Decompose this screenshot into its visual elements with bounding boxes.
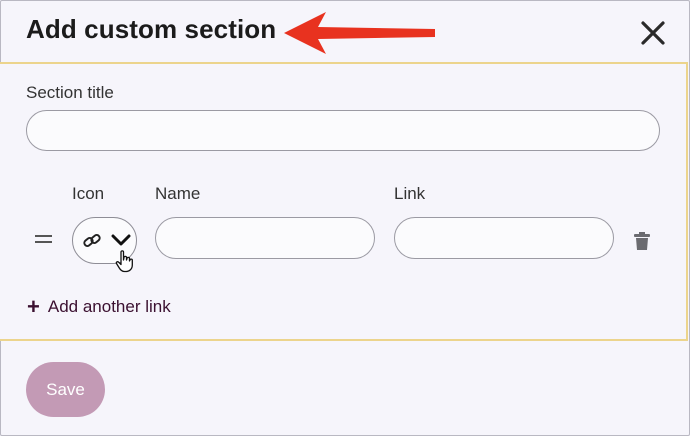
annotation-arrow-icon (284, 12, 435, 54)
hand-cursor-icon (115, 250, 133, 273)
trash-icon[interactable] (633, 231, 651, 251)
link-icon (83, 234, 101, 247)
dialog-header: Add custom section (0, 0, 690, 62)
chevron-down-icon (111, 234, 131, 246)
drag-handle-icon[interactable] (35, 235, 52, 245)
section-title-input[interactable] (26, 110, 660, 151)
link-url-input[interactable] (394, 217, 614, 259)
link-column-label: Link (394, 184, 426, 203)
link-name-input[interactable] (155, 217, 375, 259)
add-link-label: Add another link (47, 297, 171, 316)
dialog-title: Add custom section (26, 14, 277, 44)
section-title-label: Section title (26, 83, 114, 102)
add-another-link-button[interactable]: + Add another link (27, 294, 171, 320)
plus-icon: + (27, 294, 40, 319)
save-button[interactable]: Save (26, 362, 105, 417)
name-column-label: Name (155, 184, 201, 203)
close-icon[interactable] (640, 20, 666, 46)
icon-column-label: Icon (72, 184, 105, 203)
